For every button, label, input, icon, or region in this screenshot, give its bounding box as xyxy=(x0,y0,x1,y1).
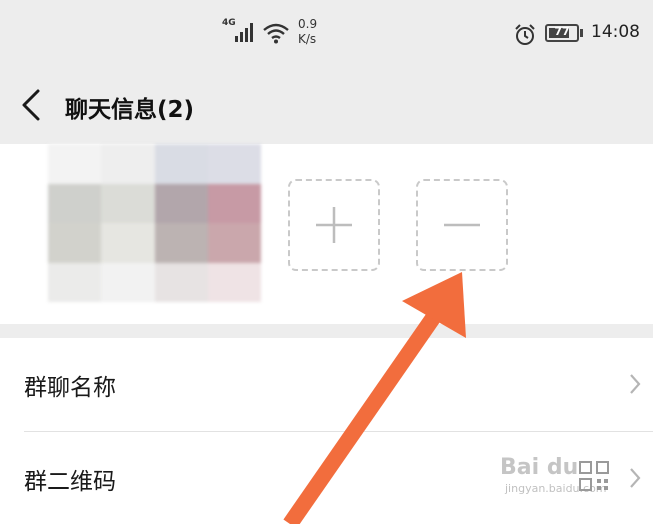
status-bar: 4G 0.9 K/s 77 14:08 xyxy=(0,0,653,68)
speed-value: 0.9 xyxy=(298,17,318,31)
settings-list: 群聊名称 群二维码 xyxy=(0,338,653,524)
plus-icon xyxy=(316,207,352,243)
minus-icon xyxy=(444,223,480,227)
group-name-label: 群聊名称 xyxy=(24,375,116,401)
remove-member-button[interactable] xyxy=(416,179,508,271)
watermark-site: jingyan.baidu.com xyxy=(505,482,607,495)
battery-tip xyxy=(580,29,583,37)
member-avatar[interactable] xyxy=(48,144,261,302)
chevron-right-icon xyxy=(630,374,641,394)
section-gap xyxy=(0,324,653,338)
signal-icon xyxy=(235,23,253,42)
page-title: 聊天信息(2) xyxy=(65,97,195,123)
group-name-row[interactable]: 群聊名称 xyxy=(0,338,653,432)
speed-unit: K/s xyxy=(298,32,317,46)
group-qr-code-label: 群二维码 xyxy=(24,469,116,495)
add-member-button[interactable] xyxy=(288,179,380,271)
battery-percent: 77 xyxy=(554,25,570,38)
member-section xyxy=(0,144,653,324)
chevron-right-icon xyxy=(630,468,641,488)
network-speed: 0.9 K/s xyxy=(298,17,317,47)
battery-icon: 77 xyxy=(545,24,579,42)
nav-bar: 聊天信息(2) xyxy=(0,68,653,144)
alarm-icon xyxy=(515,24,535,45)
wifi-icon xyxy=(263,23,289,44)
watermark-logo: Bai du xyxy=(500,455,579,480)
back-icon[interactable] xyxy=(18,88,44,122)
clock: 14:08 xyxy=(591,22,640,42)
